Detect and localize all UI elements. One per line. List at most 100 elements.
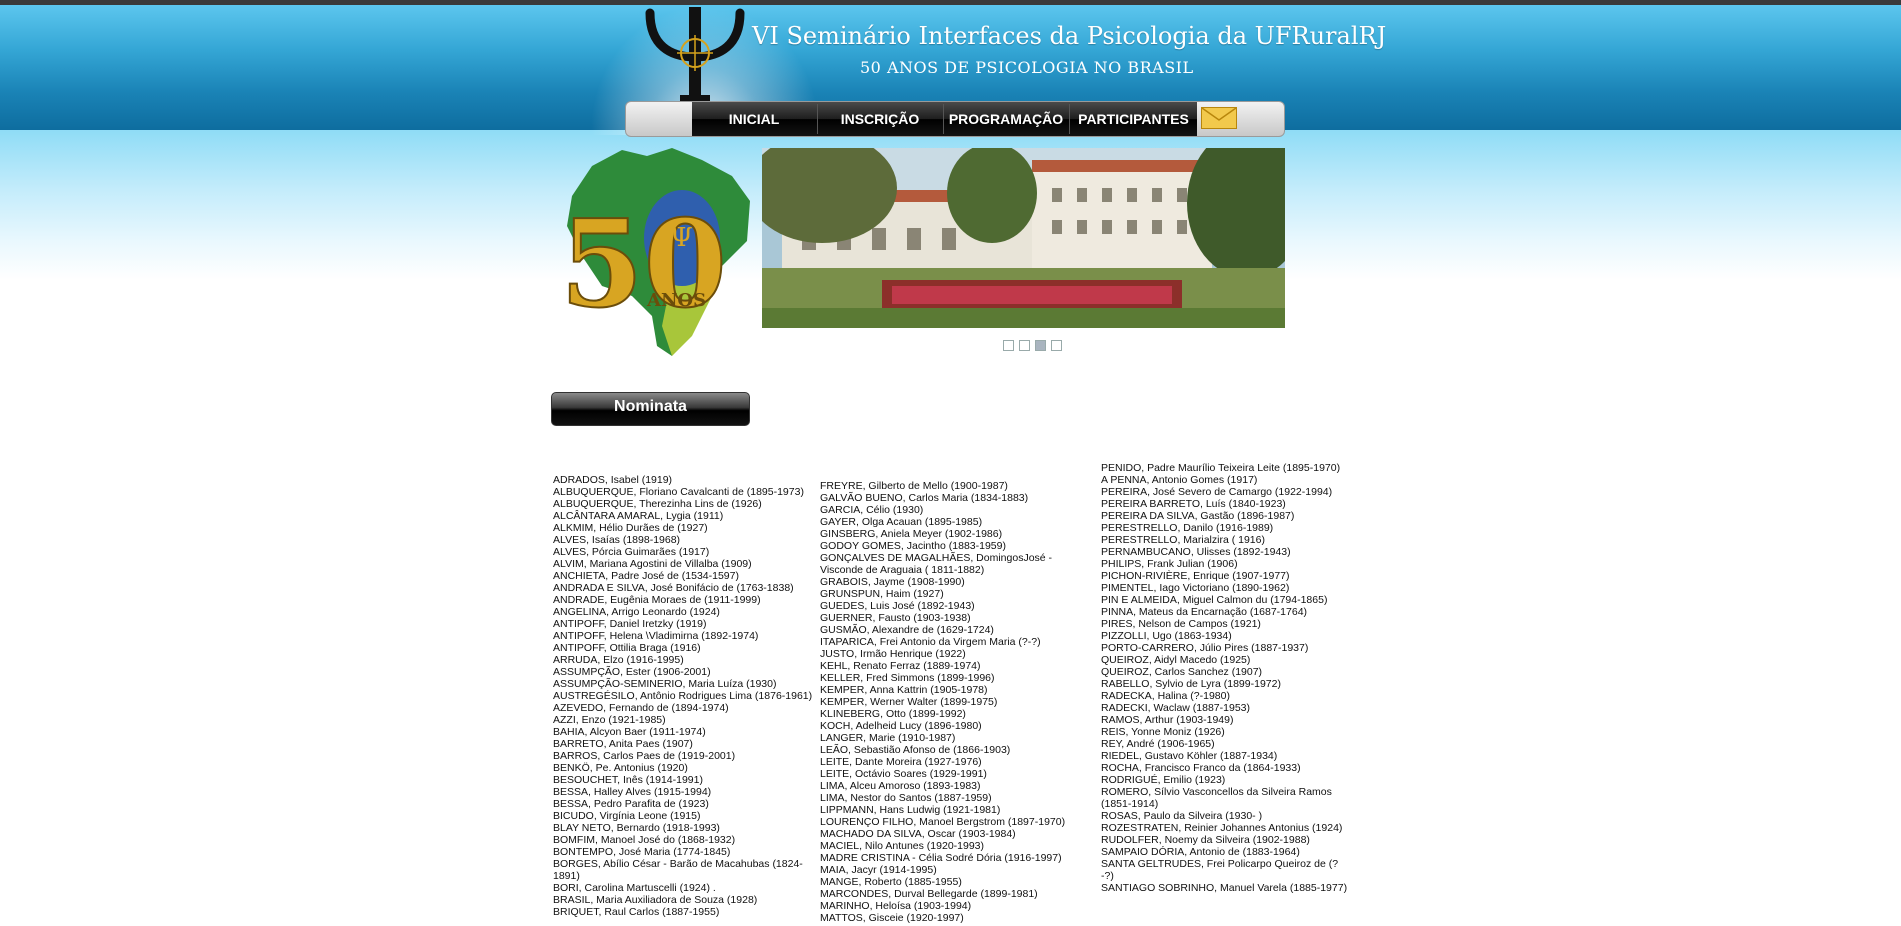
name-entry: GODOY GOMES, Jacintho (1883-1959)	[820, 540, 1006, 552]
name-entry: RABELLO, Sylvio de Lyra (1899-1972)	[1101, 678, 1281, 690]
name-entry: GAYER, Olga Acauan (1895-1985)	[820, 516, 983, 528]
name-entry: LANGER, Marie (1910-1987)	[820, 732, 956, 744]
name-entry: ASSUMPÇÃO-SEMINERIO, Maria Luíza (1930)	[553, 678, 777, 690]
name-entry: MARINHO, Heloísa (1903-1994)	[820, 900, 972, 912]
name-entry: MANGE, Roberto (1885-1955)	[820, 876, 962, 888]
name-entry: RADECKI, Waclaw (1887-1953)	[1101, 702, 1250, 714]
name-entry: BLAY NETO, Bernardo (1918-1993)	[553, 822, 720, 834]
name-entry: ROSAS, Paulo da Silveira (1930- )	[1101, 810, 1263, 822]
site-title: VI Seminário Interfaces da Psicologia da…	[752, 22, 1387, 50]
name-entry: REY, André (1906-1965)	[1101, 738, 1215, 750]
badge-number: 50	[560, 194, 727, 335]
names-column-1: ADRADOS, Isabel (1919) ALBUQUERQUE, Flori…	[553, 474, 819, 918]
name-entry: BICUDO, Virgínia Leone (1915)	[553, 810, 701, 822]
name-entry: BRASIL, Maria Auxiliadora de Souza (1928…	[553, 894, 758, 906]
slider-pagination	[1003, 338, 1067, 356]
slider-dot[interactable]	[1003, 340, 1014, 351]
name-entry: KEHL, Renato Ferraz (1889-1974)	[820, 660, 981, 672]
name-entry: BORGES, Abílio César - Barão de Macahuba…	[553, 858, 803, 882]
slider-dot[interactable]	[1051, 340, 1062, 351]
svg-text:Ψ: Ψ	[670, 223, 693, 253]
name-entry: RAMOS, Arthur (1903-1949)	[1101, 714, 1234, 726]
name-entry: GINSBERG, Aniela Meyer (1902-1986)	[820, 528, 1003, 540]
name-entry: ANTIPOFF, Ottilia Braga (1916)	[553, 642, 701, 654]
name-entry: GUSMÃO, Alexandre de (1629-1724)	[820, 624, 994, 636]
name-entry: QUEIROZ, Aidyl Macedo (1925)	[1101, 654, 1251, 666]
nav-inicial[interactable]: INICIAL	[692, 102, 816, 136]
name-entry: PEREIRA, José Severo de Camargo (1922-19…	[1101, 486, 1333, 498]
name-entry: SANTA GELTRUDES, Frei Policarpo Queiroz …	[1101, 858, 1339, 882]
name-entry: QUEIROZ, Carlos Sanchez (1907)	[1101, 666, 1263, 678]
name-entry: GONÇALVES DE MAGALHÃES, DomingosJosé - V…	[820, 552, 1053, 576]
name-entry: MARCONDES, Durval Bellegarde (1899-1981)	[820, 888, 1038, 900]
name-entry: BARRETO, Anita Paes (1907)	[553, 738, 693, 750]
name-entry: LEITE, Octávio Soares (1929-1991)	[820, 768, 987, 780]
mail-icon[interactable]	[1201, 107, 1237, 129]
nominata-section-title: Nominata	[551, 392, 750, 426]
name-entry: ALBUQUERQUE, Floriano Cavalcanti de (189…	[553, 486, 804, 498]
name-entry: ROMERO, Sílvio Vasconcellos da Silveira …	[1101, 786, 1332, 810]
name-entry: PINNA, Mateus da Encarnação (1687-1764)	[1101, 606, 1308, 618]
name-entry: MATTOS, Gisceie (1920-1997)	[820, 912, 964, 924]
name-entry: LOURENÇO FILHO, Manoel Bergstrom (1897-1…	[820, 816, 1066, 828]
name-entry: BENKÖ, Pe. Antonius (1920)	[553, 762, 688, 774]
name-entry: BORI, Carolina Martuscelli (1924) .	[553, 882, 716, 894]
name-entry: BESSA, Pedro Parafita de (1923)	[553, 798, 709, 810]
name-entry: KELLER, Fred Simmons (1899-1996)	[820, 672, 995, 684]
name-entry: BARROS, Carlos Paes de (1919-2001)	[553, 750, 736, 762]
name-entry: GUERNER, Fausto (1903-1938)	[820, 612, 971, 624]
badge-text: ANOS	[646, 290, 706, 311]
name-entry: A PENNA, Antonio Gomes (1917)	[1101, 474, 1258, 486]
name-entry: GUEDES, Luis José (1892-1943)	[820, 600, 975, 612]
name-entry: ANCHIETA, Padre José de (1534-1597)	[553, 570, 739, 582]
campus-banner-image	[762, 148, 1285, 328]
nav-programacao[interactable]: PROGRAMAÇÃO	[944, 102, 1068, 136]
name-entry: PHILIPS, Frank Julian (1906)	[1101, 558, 1238, 570]
name-entry: MACIEL, Nilo Antunes (1920-1993)	[820, 840, 985, 852]
name-entry: REIS, Yonne Moniz (1926)	[1101, 726, 1225, 738]
name-entry: SAMPAIO DÓRIA, Antonio de (1883-1964)	[1101, 846, 1300, 858]
name-entry: RODRIGUÉ, Emilio (1923)	[1101, 774, 1226, 786]
name-entry: LEÃO, Sebastião Afonso de (1866-1903)	[820, 744, 1011, 756]
psi-logo-icon	[645, 7, 745, 103]
name-entry: PEREIRA BARRETO, Luís (1840-1923)	[1101, 498, 1286, 510]
name-entry: PERESTRELLO, Danilo (1916-1989)	[1101, 522, 1274, 534]
slider-dot[interactable]	[1019, 340, 1030, 351]
name-entry: ALVES, Isaías (1898-1968)	[553, 534, 681, 546]
name-entry: RADECKA, Halina (?-1980)	[1101, 690, 1230, 702]
name-entry: LIMA, Alceu Amoroso (1893-1983)	[820, 780, 981, 792]
name-entry: GRUNSPUN, Haim (1927)	[820, 588, 944, 600]
name-entry: PORTO-CARRERO, Júlio Pires (1887-1937)	[1101, 642, 1309, 654]
name-entry: BAHIA, Alcyon Baer (1911-1974)	[553, 726, 706, 738]
nav-participantes[interactable]: PARTICIPANTES	[1070, 102, 1197, 136]
name-entry: PICHON-RIVIÈRE, Enrique (1907-1977)	[1101, 570, 1290, 582]
name-entry: AZZI, Enzo (1921-1985)	[553, 714, 666, 726]
name-entry: AUSTREGÉSILO, Antônio Rodrigues Lima (18…	[553, 690, 813, 702]
name-entry: MADRE CRISTINA - Célia Sodré Dória (1916…	[820, 852, 1062, 864]
name-entry: ALKMIM, Hélio Durães de (1927)	[553, 522, 708, 534]
slider-dot-active[interactable]	[1035, 340, 1046, 351]
name-entry: ANGELINA, Arrigo Leonardo (1924)	[553, 606, 720, 618]
name-entry: ANTIPOFF, Helena \Vladimirna (1892-1974)	[553, 630, 759, 642]
name-entry: FREYRE, Gilberto de Mello (1900-1987)	[820, 480, 1008, 492]
name-entry: ALVES, Pórcia Guimarães (1917)	[553, 546, 710, 558]
name-entry: RUDOLFER, Noemy da Silveira (1902-1988)	[1101, 834, 1310, 846]
name-entry: PERESTRELLO, Marialzira ( 1916)	[1101, 534, 1265, 546]
name-entry: ALBUQUERQUE, Therezinha Lins de (1926)	[553, 498, 762, 510]
name-entry: PIMENTEL, Iago Victoriano (1890-1962)	[1101, 582, 1290, 594]
name-entry: ARRUDA, Elzo (1916-1995)	[553, 654, 684, 666]
name-entry: RIEDEL, Gustavo Köhler (1887-1934)	[1101, 750, 1278, 762]
name-entry: BOMFIM, Manoel José do (1868-1932)	[553, 834, 736, 846]
name-entry: BESSA, Halley Alves (1915-1994)	[553, 786, 712, 798]
name-entry: BONTEMPO, José Maria (1774-1845)	[553, 846, 731, 858]
name-entry: JUSTO, Irmão Henrique (1922)	[820, 648, 966, 660]
name-entry: LEITE, Dante Moreira (1927-1976)	[820, 756, 982, 768]
name-entry: ROZESTRATEN, Reinier Johannes Antonius (…	[1101, 822, 1343, 834]
name-entry: SANTIAGO SOBRINHO, Manuel Varela (1885-1…	[1101, 882, 1348, 894]
name-entry: ASSUMPÇÃO, Ester (1906-2001)	[553, 666, 711, 678]
names-column-2: FREYRE, Gilberto de Mello (1900-1987) GAL…	[820, 480, 1080, 924]
name-entry: ADRADOS, Isabel (1919)	[553, 474, 673, 486]
names-column-3: PENIDO, Padre Maurílio Teixeira Leite (1…	[1101, 462, 1349, 894]
name-entry: ANDRADA E SILVA, José Bonifácio de (1763…	[553, 582, 794, 594]
nav-inscricao[interactable]: INSCRIÇÃO	[818, 102, 942, 136]
